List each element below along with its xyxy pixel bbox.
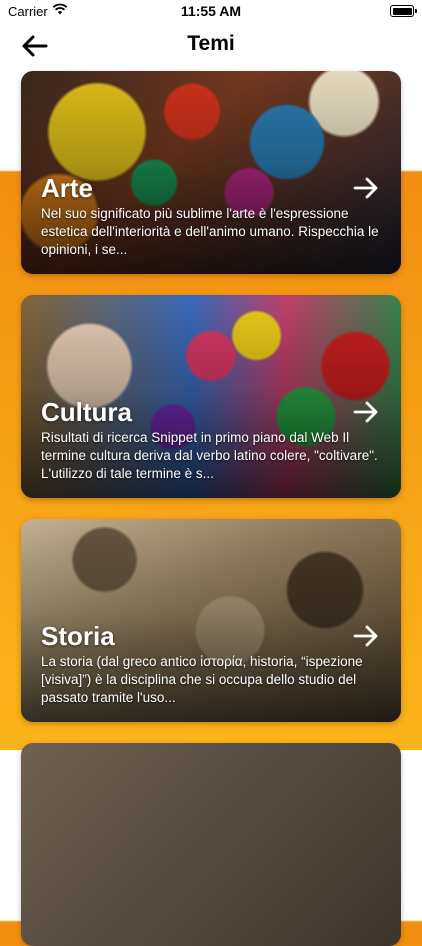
topic-title: Cultura [41, 397, 132, 427]
page-title: Temi [187, 32, 235, 55]
topic-description: Nel suo significato più sublime l'arte è… [41, 206, 379, 257]
status-bar: Carrier 11:55 AM [0, 0, 422, 24]
battery-icon [390, 5, 417, 17]
navigation-bar: Temi [0, 24, 422, 68]
topic-image-next [21, 743, 401, 946]
arrow-right-icon [353, 177, 378, 199]
arrow-right-icon [353, 401, 378, 423]
topic-card-cultura[interactable]: Cultura Risultati di ricerca Snippet in … [21, 295, 401, 498]
topic-description: La storia (dal greco antico ἱστορία, his… [41, 654, 363, 705]
clock: 11:55 AM [180, 3, 242, 19]
arrow-right-icon [353, 625, 378, 647]
topic-card-arte[interactable]: Arte Nel suo significato più sublime l'a… [21, 71, 401, 274]
topic-title: Storia [41, 621, 115, 651]
topic-card-storia[interactable]: Storia La storia (dal greco antico ἱστορ… [21, 519, 401, 722]
topic-card-next[interactable] [21, 743, 401, 946]
topic-description: Risultati di ricerca Snippet in primo pi… [41, 430, 378, 481]
topic-title: Arte [41, 173, 94, 203]
